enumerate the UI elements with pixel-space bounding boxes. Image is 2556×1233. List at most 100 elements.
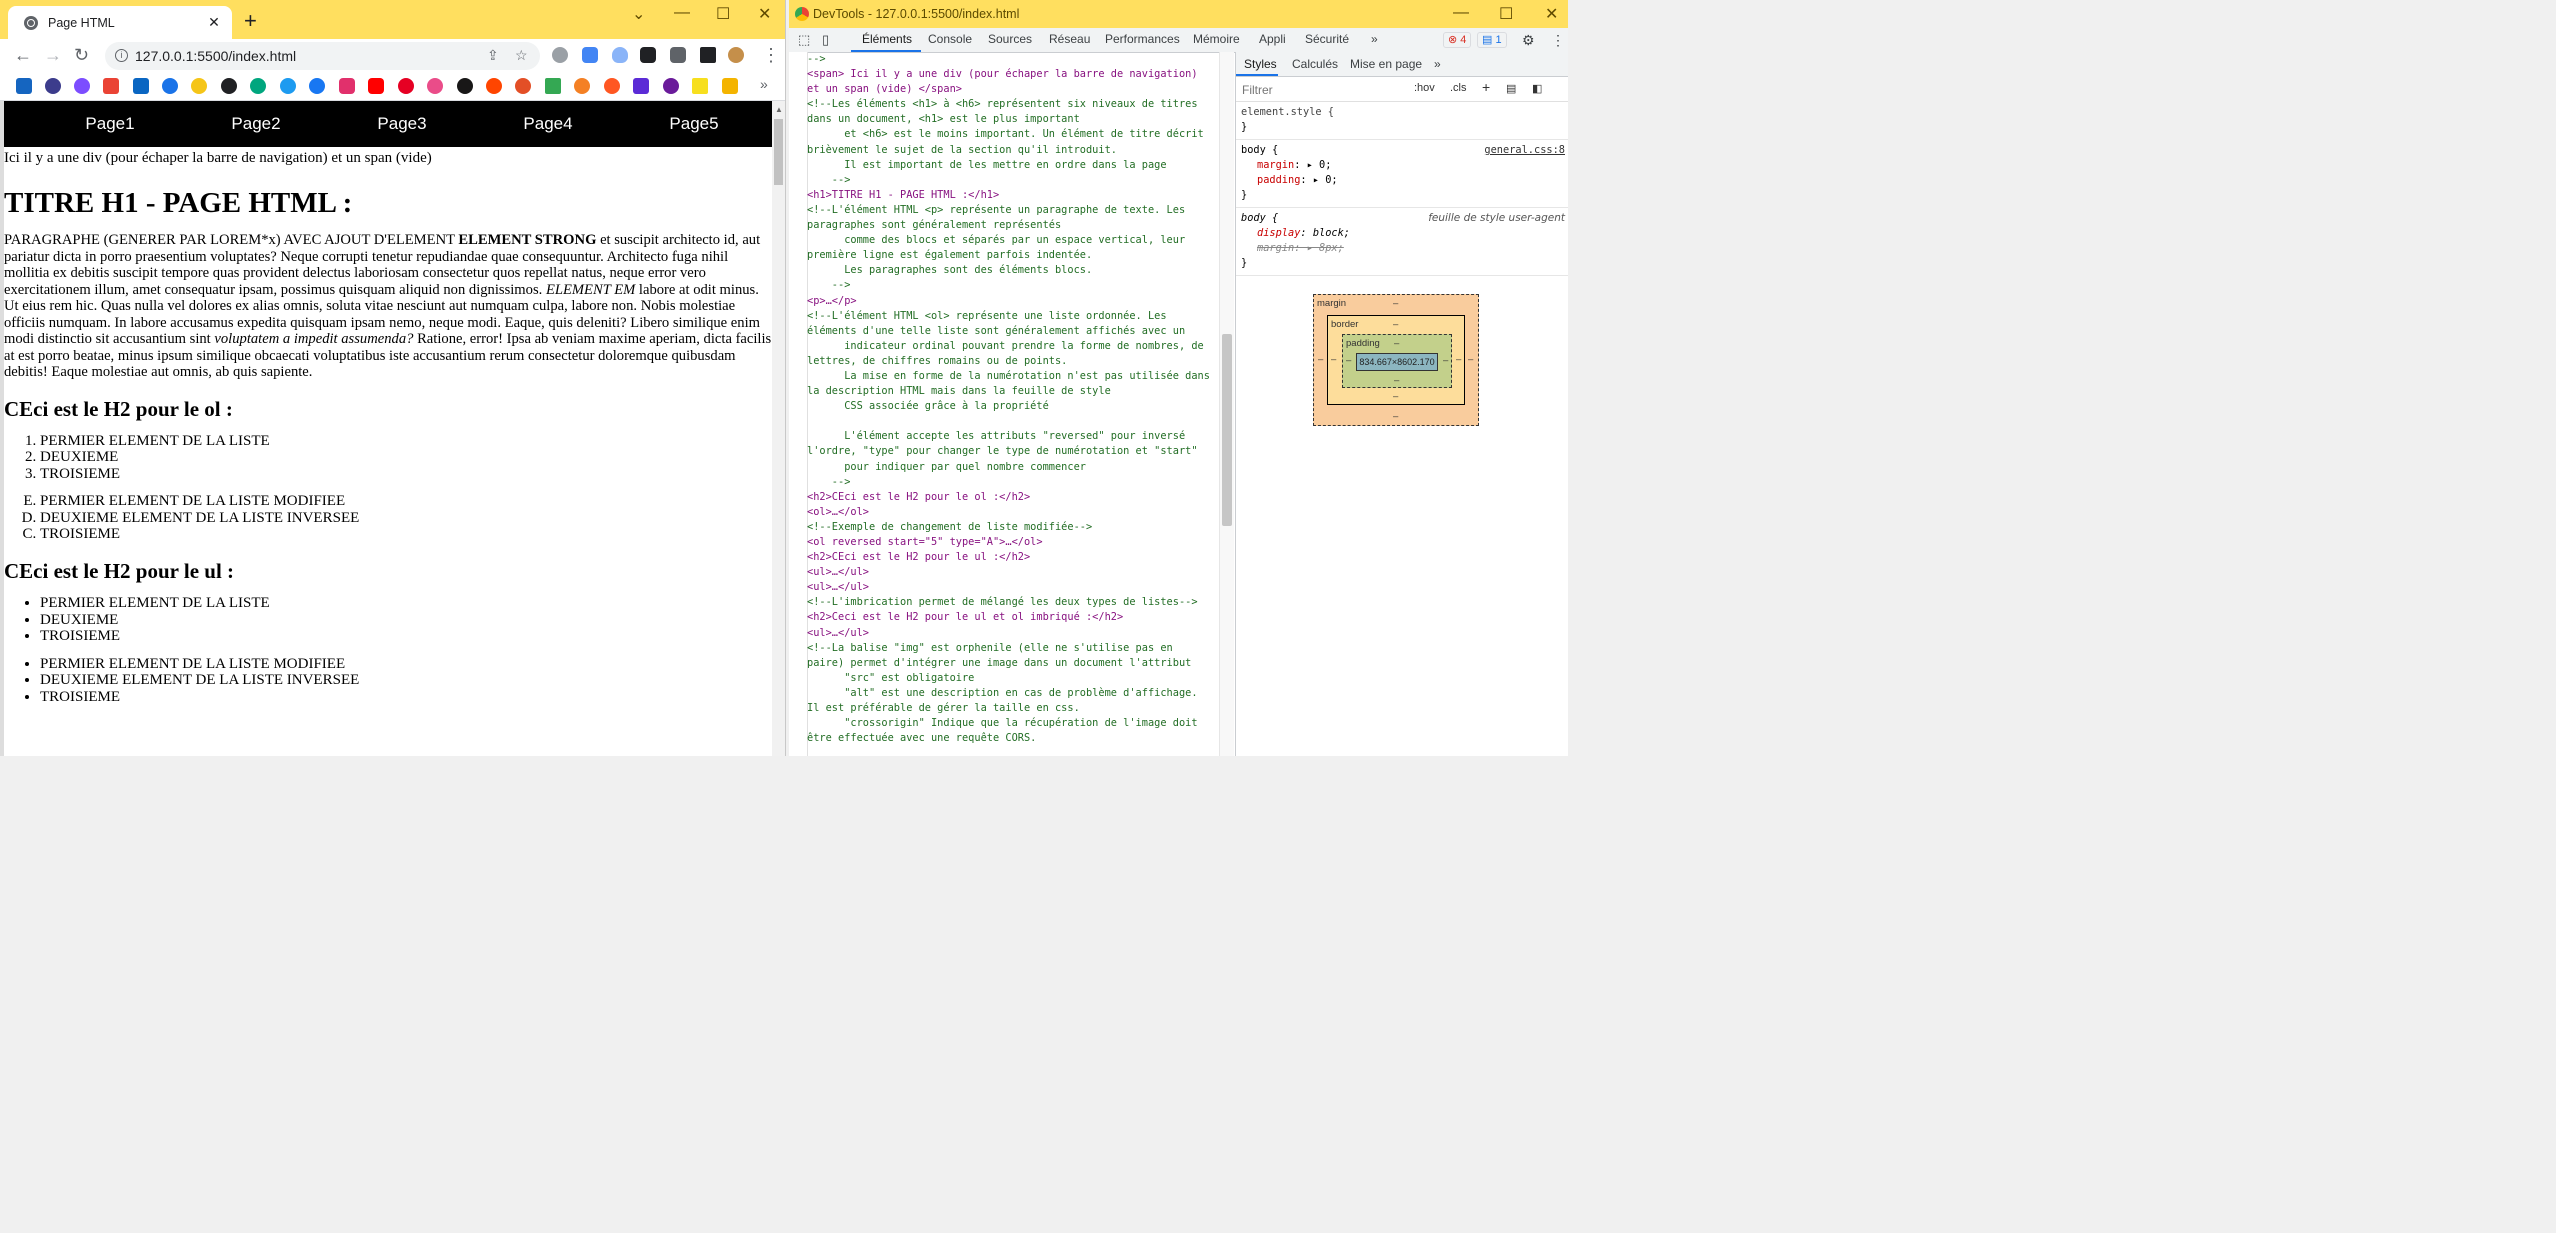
blogger-icon[interactable] [722,78,738,94]
more-tabs-icon[interactable]: » [1434,57,1441,71]
site-info-icon[interactable]: i [115,49,128,62]
nav-link-page2[interactable]: Page2 [183,114,329,134]
dom-comment-line[interactable]: indicateur ordinal pouvant prendre la fo… [807,339,1217,354]
bookmark-icon[interactable] [692,78,708,94]
tab-elements[interactable]: Éléments [862,32,912,46]
dom-comment-line[interactable]: <!--La balise "img" est orphenile (elle … [807,641,1217,656]
menu-kebab-icon[interactable]: ⋮ [1551,32,1565,49]
margin-bottom-value[interactable]: – [1393,411,1398,422]
reload-icon[interactable]: ↻ [74,45,89,65]
dom-comment-line[interactable]: comme des blocs et séparés par un espace… [807,233,1217,248]
nav-link-page3[interactable]: Page3 [329,114,475,134]
url-text[interactable]: 127.0.0.1:5500/index.html [135,48,296,64]
share-icon[interactable]: ⇪ [487,47,499,64]
bookmark-icon[interactable] [45,78,61,94]
dom-comment-line[interactable]: --> [807,278,1217,293]
media-control-icon[interactable] [670,47,686,63]
nav-link-page4[interactable]: Page4 [475,114,621,134]
tab-network[interactable]: Réseau [1049,32,1090,46]
dom-comment-line[interactable]: <!--L'élément HTML <p> représente un par… [807,203,1217,218]
minimize-button[interactable]: — [674,4,690,22]
google-drive-icon[interactable] [545,78,561,94]
new-rule-button[interactable]: + [1482,79,1490,95]
bookmark-icon[interactable] [191,78,207,94]
tab-sources[interactable]: Sources [988,32,1032,46]
paint-brush-icon[interactable]: ▤ [1506,82,1516,95]
dom-node-line[interactable]: ▶<ol reversed start="5" type="A">…</ol> [807,535,1217,550]
youtube-icon[interactable] [368,78,384,94]
nav-link-page1[interactable]: Page1 [37,114,183,134]
menu-kebab-icon[interactable]: ⋮ [762,45,780,65]
close-window-button[interactable]: ✕ [1545,4,1558,24]
body-rule-general-css[interactable]: body { general.css:8 margin: ▸ 0; paddin… [1236,140,1568,208]
dom-comment-line[interactable]: Les paragraphes sont des éléments blocs. [807,263,1217,278]
linkedin-icon[interactable] [133,78,149,94]
bookmark-icon[interactable] [515,78,531,94]
close-window-button[interactable]: ✕ [758,4,771,24]
tab-performance[interactable]: Performances [1105,32,1180,46]
dom-comment-line[interactable]: dans un document, <h1> est le plus impor… [807,112,1217,127]
dom-comment-line[interactable]: première ligne est également parfois ind… [807,248,1217,263]
dom-comment-line[interactable]: --> [807,475,1217,490]
bookmark-icon[interactable] [221,78,237,94]
inspect-element-icon[interactable]: ⬚ [798,32,810,48]
body-rule-user-agent[interactable]: body { feuille de style user-agent displ… [1236,208,1568,276]
tab-memory[interactable]: Mémoire [1193,32,1240,46]
dom-comment-line[interactable]: Il est important de les mettre en ordre … [807,158,1217,173]
dom-comment-line[interactable]: "crossorigin" Indique que la récupératio… [807,716,1217,731]
hover-state-toggle[interactable]: :hov [1414,82,1435,94]
back-arrow-icon[interactable]: ← [14,45,32,65]
box-model-content-size[interactable]: 834.667×8602.170 [1356,353,1438,371]
dom-comment-line[interactable]: <!--L'élément HTML <ol> représente une l… [807,309,1217,324]
scroll-up-arrow-icon[interactable]: ▲ [775,105,783,114]
stackoverflow-icon[interactable] [574,78,590,94]
dom-node-line[interactable]: ▶<ul>…</ul> [807,565,1217,580]
tab-application[interactable]: Appli [1259,32,1286,46]
dom-node-line[interactable]: ▶<ol>…</ol> [807,505,1217,520]
maximize-button[interactable]: ☐ [1499,4,1513,24]
instagram-icon[interactable] [339,78,355,94]
dom-node-line[interactable]: <span> Ici il y a une div (pour échaper … [807,67,1217,82]
dom-comment-line[interactable]: paragraphes sont généralement représenté… [807,218,1217,233]
dom-comment-line[interactable]: "alt" est une description en cas de prob… [807,686,1217,701]
elements-scrollbar[interactable] [1219,52,1234,756]
border-right-value[interactable]: – [1456,354,1461,365]
element-style-rule[interactable]: element.style { } [1236,102,1568,140]
forward-arrow-icon[interactable]: → [44,45,62,65]
profile-avatar[interactable] [728,47,744,63]
dom-node-line[interactable]: <h2>CEci est le H2 pour le ul :</h2> [807,550,1217,565]
dom-comment-line[interactable]: --> [807,52,1217,67]
bookmark-icon[interactable] [162,78,178,94]
dom-comment-line[interactable]: --> [807,173,1217,188]
bookmark-icon[interactable] [633,78,649,94]
class-toggle[interactable]: .cls [1450,82,1467,94]
shield-extension-icon[interactable] [612,47,628,63]
minimize-button[interactable]: — [1453,4,1469,22]
device-toolbar-icon[interactable]: ▯ [822,32,829,48]
dom-node-line[interactable]: <h2>Ceci est le H2 pour le ul et ol imbr… [807,610,1217,625]
dom-comment-line[interactable]: paire) permet d'intégrer une image dans … [807,656,1217,671]
tab-computed[interactable]: Calculés [1292,57,1338,71]
margin-left-value[interactable]: – [1318,354,1323,365]
bookmark-icon[interactable] [663,78,679,94]
dom-comment-line[interactable]: <!--L'imbrication permet de mélangé les … [807,595,1217,610]
dom-node-line[interactable]: ▶<ul>…</ul> [807,580,1217,595]
margin-right-value[interactable]: – [1468,354,1473,365]
styles-filter-input[interactable] [1240,81,1404,99]
dom-comment-line[interactable]: l'ordre, "type" pour changer le type de … [807,444,1217,459]
padding-bottom-value[interactable]: – [1394,375,1399,386]
border-bottom-value[interactable]: – [1393,391,1398,402]
error-count-badge[interactable]: ⊗ 4 [1443,32,1472,48]
dom-node-line[interactable]: ▶<p>…</p> [807,294,1217,309]
dom-comment-line[interactable]: lettres, de chiffres romains ou de point… [807,354,1217,369]
dom-node-line[interactable]: <h2>CEci est le H2 pour le ol :</h2> [807,490,1217,505]
page-scrollbar[interactable]: ▲ [772,101,785,756]
facebook-icon[interactable] [309,78,325,94]
dom-comment-line[interactable] [807,414,1217,429]
dribbble-icon[interactable] [427,78,443,94]
new-tab-button[interactable]: + [244,10,257,32]
dom-comment-line[interactable]: pour indiquer par quel nombre commencer [807,460,1217,475]
dom-comment-line[interactable]: la description HTML mais dans la feuille… [807,384,1217,399]
tab-close-icon[interactable]: ✕ [206,14,222,31]
padding-top-value[interactable]: – [1394,338,1399,349]
